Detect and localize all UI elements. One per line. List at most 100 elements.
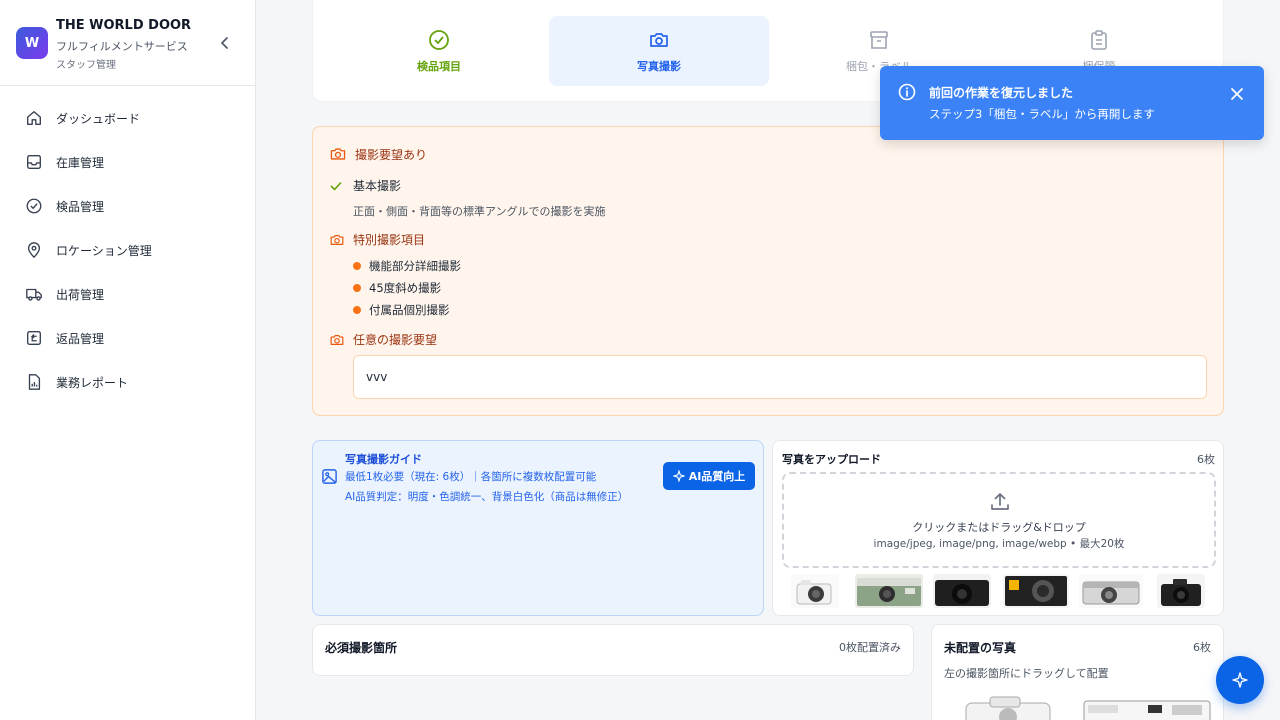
list-item: 機能部分詳細撮影 — [353, 255, 461, 277]
sidebar-item-returns[interactable]: 返品管理 — [0, 316, 256, 360]
dropzone-instruction: クリックまたはドラッグ&ドロップ — [912, 521, 1086, 534]
camera-icon — [330, 234, 344, 245]
required-spots-title: 必須撮影箇所 — [325, 641, 398, 655]
unplaced-thumbnail-white-camera[interactable] — [960, 693, 1056, 720]
special-item-label: 45度斜め撮影 — [369, 281, 442, 295]
upload-dropzone[interactable]: クリックまたはドラッグ&ドロップ image/jpeg, image/png, … — [782, 472, 1216, 568]
sidebar-item-label: 業務レポート — [56, 375, 129, 390]
sidebar-item-shipping[interactable]: 出荷管理 — [0, 272, 256, 316]
sidebar: W THE WORLD DOOR フルフィルメントサービス スタッフ管理 ダッシ… — [0, 0, 256, 720]
optional-request-field[interactable] — [353, 355, 1207, 399]
ai-enhance-label: AI品質向上 — [688, 470, 746, 483]
sparkle-icon — [1232, 672, 1248, 688]
camera-icon — [647, 28, 671, 52]
list-item: 付属品個別撮影 — [353, 299, 461, 321]
basic-photo-title: 基本撮影 — [353, 179, 402, 193]
return-icon — [24, 328, 44, 348]
thumbnail-black-mirrorless[interactable] — [1157, 574, 1205, 608]
ai-assistant-fab[interactable] — [1216, 656, 1264, 704]
basic-photo-row: 基本撮影 — [329, 177, 401, 194]
sidebar-item-reports[interactable]: 業務レポート — [0, 360, 256, 404]
check-circle-icon — [24, 196, 44, 216]
special-photo-title: 特別撮影項目 — [353, 233, 426, 247]
photo-guide-panel: 写真撮影ガイド 最低1枚必要（現在: 6枚）｜各箇所に複数枚配置可能 AI品質判… — [312, 440, 764, 616]
required-spots-panel: 必須撮影箇所 0枚配置済み — [312, 624, 914, 676]
image-icon — [322, 469, 337, 484]
truck-icon — [24, 284, 44, 304]
toast-title: 前回の作業を復元しました — [929, 86, 1074, 100]
dropzone-formats: image/jpeg, image/png, image/webp • 最大20… — [873, 538, 1125, 550]
sidebar-item-inspection[interactable]: 検品管理 — [0, 184, 256, 228]
thumbnail-white-camera[interactable] — [791, 574, 839, 608]
step-label: 検品項目 — [417, 60, 461, 73]
optional-request-title: 任意の撮影要望 — [353, 333, 438, 347]
special-photo-header: 特別撮影項目 — [329, 231, 425, 248]
sidebar-item-label: 出荷管理 — [56, 287, 105, 302]
guide-min-photos: 最低1枚必要（現在: 6枚）｜各箇所に複数枚配置可能 — [345, 471, 597, 483]
step-label: 写真撮影 — [637, 60, 681, 73]
brand-header: W THE WORLD DOOR フルフィルメントサービス スタッフ管理 — [0, 0, 255, 86]
sidebar-item-dashboard[interactable]: ダッシュボード — [0, 96, 256, 140]
sidebar-item-label: ダッシュボード — [56, 111, 141, 126]
list-item: 45度斜め撮影 — [353, 277, 461, 299]
restore-toast: 前回の作業を復元しました ステップ3「梱包・ラベル」から再開します — [880, 66, 1264, 140]
sidebar-item-inventory[interactable]: 在庫管理 — [0, 140, 256, 184]
camera-icon — [330, 334, 344, 345]
guide-title: 写真撮影ガイド — [345, 453, 422, 466]
upload-icon — [991, 493, 1009, 510]
required-spots-count: 0枚配置済み — [839, 641, 901, 654]
toast-message: ステップ3「梱包・ラベル」から再開します — [929, 107, 1155, 121]
toast-close-button[interactable] — [1228, 85, 1246, 103]
sidebar-item-label: 在庫管理 — [56, 155, 105, 170]
step-inspection[interactable]: 検品項目 — [329, 16, 549, 86]
sidebar-nav: ダッシュボード 在庫管理 検品管理 ロケーション管理 出荷管理 返品管理 業務レ… — [0, 96, 256, 404]
sidebar-item-location[interactable]: ロケーション管理 — [0, 228, 256, 272]
brand-title: THE WORLD DOOR — [56, 18, 192, 33]
sidebar-item-label: 検品管理 — [56, 199, 105, 214]
close-icon — [1231, 88, 1243, 100]
sidebar-item-label: ロケーション管理 — [56, 243, 152, 258]
unplaced-title: 未配置の写真 — [944, 641, 1017, 655]
brand-role: スタッフ管理 — [56, 60, 116, 71]
check-icon — [330, 181, 342, 191]
bullet-dot — [353, 306, 361, 314]
unplaced-thumbnail-kodak-camera[interactable] — [1082, 697, 1212, 720]
map-pin-icon — [24, 240, 44, 260]
thumbnail-black-dslr[interactable] — [933, 574, 991, 608]
clipboard-icon — [1087, 28, 1111, 52]
thumbnail-kodak-camera[interactable] — [1003, 574, 1069, 608]
uploaded-thumbnails — [783, 574, 1215, 610]
check-circle-icon — [427, 28, 451, 52]
optional-request-header: 任意の撮影要望 — [329, 331, 437, 348]
brand-subtitle: フルフィルメントサービス — [56, 40, 188, 53]
chevron-left-icon — [221, 37, 228, 49]
home-icon — [24, 108, 44, 128]
requirements-header: 撮影要望あり — [329, 145, 427, 163]
brand-logo[interactable]: W — [16, 27, 48, 59]
info-icon — [898, 83, 916, 101]
basic-photo-description: 正面・側面・背面等の標準アングルでの撮影を実施 — [353, 205, 606, 218]
upload-count: 6枚 — [1197, 453, 1215, 466]
sparkle-icon — [672, 470, 685, 482]
unplaced-photos-panel: 未配置の写真 6枚 左の撮影箇所にドラッグして配置 — [931, 624, 1224, 720]
upload-title: 写真をアップロード — [782, 453, 881, 466]
thumbnail-green-camera[interactable] — [855, 574, 923, 608]
special-item-label: 付属品個別撮影 — [369, 303, 450, 317]
sidebar-item-label: 返品管理 — [56, 331, 105, 346]
unplaced-count: 6枚 — [1193, 641, 1211, 654]
special-item-label: 機能部分詳細撮影 — [369, 259, 461, 273]
guide-ai-criteria: AI品質判定：明度・色調統一、背景白色化（商品は無修正） — [345, 491, 629, 503]
photo-upload-panel: 写真をアップロード 6枚 クリックまたはドラッグ&ドロップ image/jpeg… — [772, 440, 1224, 616]
box-icon — [867, 28, 891, 52]
ai-enhance-button[interactable]: AI品質向上 — [663, 462, 755, 490]
requirements-title: 撮影要望あり — [355, 147, 428, 162]
photo-requirements-panel: 撮影要望あり 基本撮影 正面・側面・背面等の標準アングルでの撮影を実施 特別撮影… — [312, 126, 1224, 416]
special-photo-list: 機能部分詳細撮影 45度斜め撮影 付属品個別撮影 — [353, 255, 461, 321]
bullet-dot — [353, 284, 361, 292]
report-icon — [24, 372, 44, 392]
thumbnail-silver-camera[interactable] — [1079, 574, 1143, 608]
collapse-sidebar-button[interactable] — [216, 34, 234, 52]
step-photo[interactable]: 写真撮影 — [549, 16, 769, 86]
inbox-icon — [24, 152, 44, 172]
unplaced-hint: 左の撮影箇所にドラッグして配置 — [944, 667, 1109, 680]
